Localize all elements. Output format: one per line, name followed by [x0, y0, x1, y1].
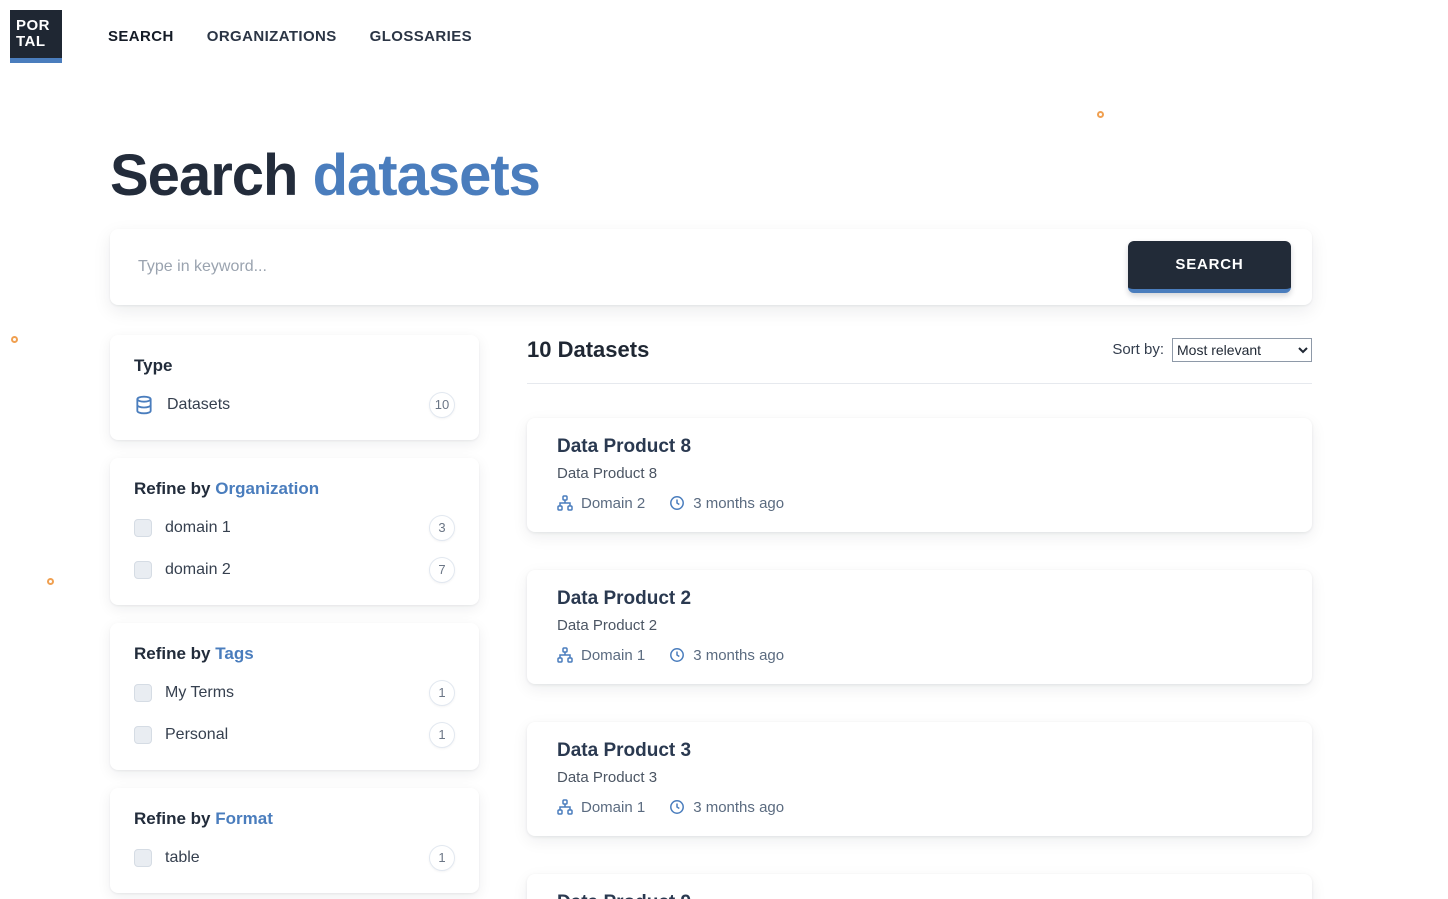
result-meta: Domain 1 3 months ago: [557, 799, 1282, 816]
count-badge: 1: [429, 680, 455, 706]
filter-title-type: Type: [134, 356, 455, 376]
decorative-dot: [47, 578, 54, 585]
result-meta: Domain 2 3 months ago: [557, 495, 1282, 512]
filter-card-tags: Refine by Tags My Terms 1 Personal 1: [110, 623, 479, 770]
page: POR TAL SEARCH ORGANIZATIONS GLOSSARIES …: [0, 0, 1448, 899]
updated-label: 3 months ago: [693, 495, 784, 512]
top-nav: POR TAL SEARCH ORGANIZATIONS GLOSSARIES: [0, 0, 1448, 64]
checkbox-my-terms[interactable]: [134, 684, 152, 702]
filter-card-format: Refine by Format table 1: [110, 788, 479, 893]
results-divider: [527, 383, 1312, 384]
page-title-prefix: Search: [110, 143, 297, 208]
sort-select[interactable]: Most relevant: [1172, 338, 1312, 362]
results-list: Data Product 8 Data Product 8: [527, 418, 1312, 899]
result-updated: 3 months ago: [669, 495, 784, 512]
filter-title-prefix: Refine by: [134, 809, 211, 828]
results-header: 10 Datasets Sort by: Most relevant: [527, 335, 1312, 363]
filter-label: My Terms: [165, 684, 429, 702]
filter-title-prefix: Refine by: [134, 479, 211, 498]
domain-label: Domain 1: [581, 647, 645, 664]
result-domain: Domain 1: [557, 799, 645, 816]
result-subtitle: Data Product 2: [557, 617, 1282, 634]
filter-label: domain 2: [165, 561, 429, 579]
nav-organizations[interactable]: ORGANIZATIONS: [207, 28, 337, 45]
checkbox-personal[interactable]: [134, 726, 152, 744]
result-card[interactable]: Data Product 9: [527, 874, 1312, 899]
logo-line-2: TAL: [16, 34, 62, 50]
updated-label: 3 months ago: [693, 647, 784, 664]
main-navigation: SEARCH ORGANIZATIONS GLOSSARIES: [108, 28, 472, 45]
search-bar: SEARCH: [110, 229, 1312, 305]
result-card[interactable]: Data Product 3 Data Product 3: [527, 722, 1312, 836]
filter-title-tags: Refine by Tags: [134, 644, 455, 664]
result-subtitle: Data Product 3: [557, 769, 1282, 786]
nav-glossaries[interactable]: GLOSSARIES: [370, 28, 472, 45]
count-badge: 1: [429, 722, 455, 748]
clock-icon: [669, 647, 685, 663]
search-button[interactable]: SEARCH: [1128, 241, 1291, 293]
domain-label: Domain 2: [581, 495, 645, 512]
filter-item-table: table 1: [134, 845, 455, 871]
count-badge: 7: [429, 557, 455, 583]
decorative-dot: [11, 336, 18, 343]
filter-title-accent: Organization: [215, 479, 319, 498]
count-badge: 1: [429, 845, 455, 871]
result-card[interactable]: Data Product 8 Data Product 8: [527, 418, 1312, 532]
filter-card-organization: Refine by Organization domain 1 3 domain…: [110, 458, 479, 605]
clock-icon: [669, 799, 685, 815]
filter-label: Datasets: [167, 396, 429, 414]
search-input[interactable]: [138, 258, 1128, 276]
decorative-dot: [1097, 111, 1104, 118]
database-icon: [134, 395, 154, 415]
result-title[interactable]: Data Product 9: [557, 892, 1282, 899]
filter-item-my-terms: My Terms 1: [134, 680, 455, 706]
count-badge: 3: [429, 515, 455, 541]
filter-title-organization: Refine by Organization: [134, 479, 455, 499]
filters-sidebar: Type Datasets 10 R: [110, 335, 479, 899]
filter-label: domain 1: [165, 519, 429, 537]
result-domain: Domain 2: [557, 495, 645, 512]
sort-control: Sort by: Most relevant: [1112, 338, 1312, 362]
result-title[interactable]: Data Product 3: [557, 740, 1282, 762]
checkbox-domain-1[interactable]: [134, 519, 152, 537]
page-title-accent: datasets: [313, 143, 540, 208]
checkbox-domain-2[interactable]: [134, 561, 152, 579]
result-updated: 3 months ago: [669, 799, 784, 816]
results-count-heading: 10 Datasets: [527, 337, 649, 363]
page-title: Search datasets: [110, 146, 1312, 207]
result-updated: 3 months ago: [669, 647, 784, 664]
filter-title-prefix: Refine by: [134, 644, 211, 663]
result-meta: Domain 1 3 months ago: [557, 647, 1282, 664]
content: Search datasets SEARCH Type: [0, 146, 1448, 899]
domain-icon: [557, 495, 573, 511]
sort-label: Sort by:: [1112, 341, 1164, 358]
logo-line-1: POR: [16, 18, 62, 34]
filter-item-datasets[interactable]: Datasets 10: [134, 392, 455, 418]
clock-icon: [669, 495, 685, 511]
updated-label: 3 months ago: [693, 799, 784, 816]
filter-title-format: Refine by Format: [134, 809, 455, 829]
nav-search[interactable]: SEARCH: [108, 28, 174, 45]
filter-item-domain-2: domain 2 7: [134, 557, 455, 583]
result-title[interactable]: Data Product 8: [557, 436, 1282, 458]
filter-label: Personal: [165, 726, 429, 744]
domain-icon: [557, 799, 573, 815]
domain-icon: [557, 647, 573, 663]
filter-title-accent: Format: [215, 809, 273, 828]
filter-item-domain-1: domain 1 3: [134, 515, 455, 541]
filter-title-accent: Tags: [215, 644, 253, 663]
result-card[interactable]: Data Product 2 Data Product 2: [527, 570, 1312, 684]
result-title[interactable]: Data Product 2: [557, 588, 1282, 610]
checkbox-table[interactable]: [134, 849, 152, 867]
portal-logo[interactable]: POR TAL: [10, 10, 62, 63]
filter-card-type: Type Datasets 10: [110, 335, 479, 440]
filter-label: table: [165, 849, 429, 867]
filter-item-personal: Personal 1: [134, 722, 455, 748]
results-section: 10 Datasets Sort by: Most relevant Data …: [527, 335, 1312, 899]
result-subtitle: Data Product 8: [557, 465, 1282, 482]
result-domain: Domain 1: [557, 647, 645, 664]
domain-label: Domain 1: [581, 799, 645, 816]
count-badge: 10: [429, 392, 455, 418]
